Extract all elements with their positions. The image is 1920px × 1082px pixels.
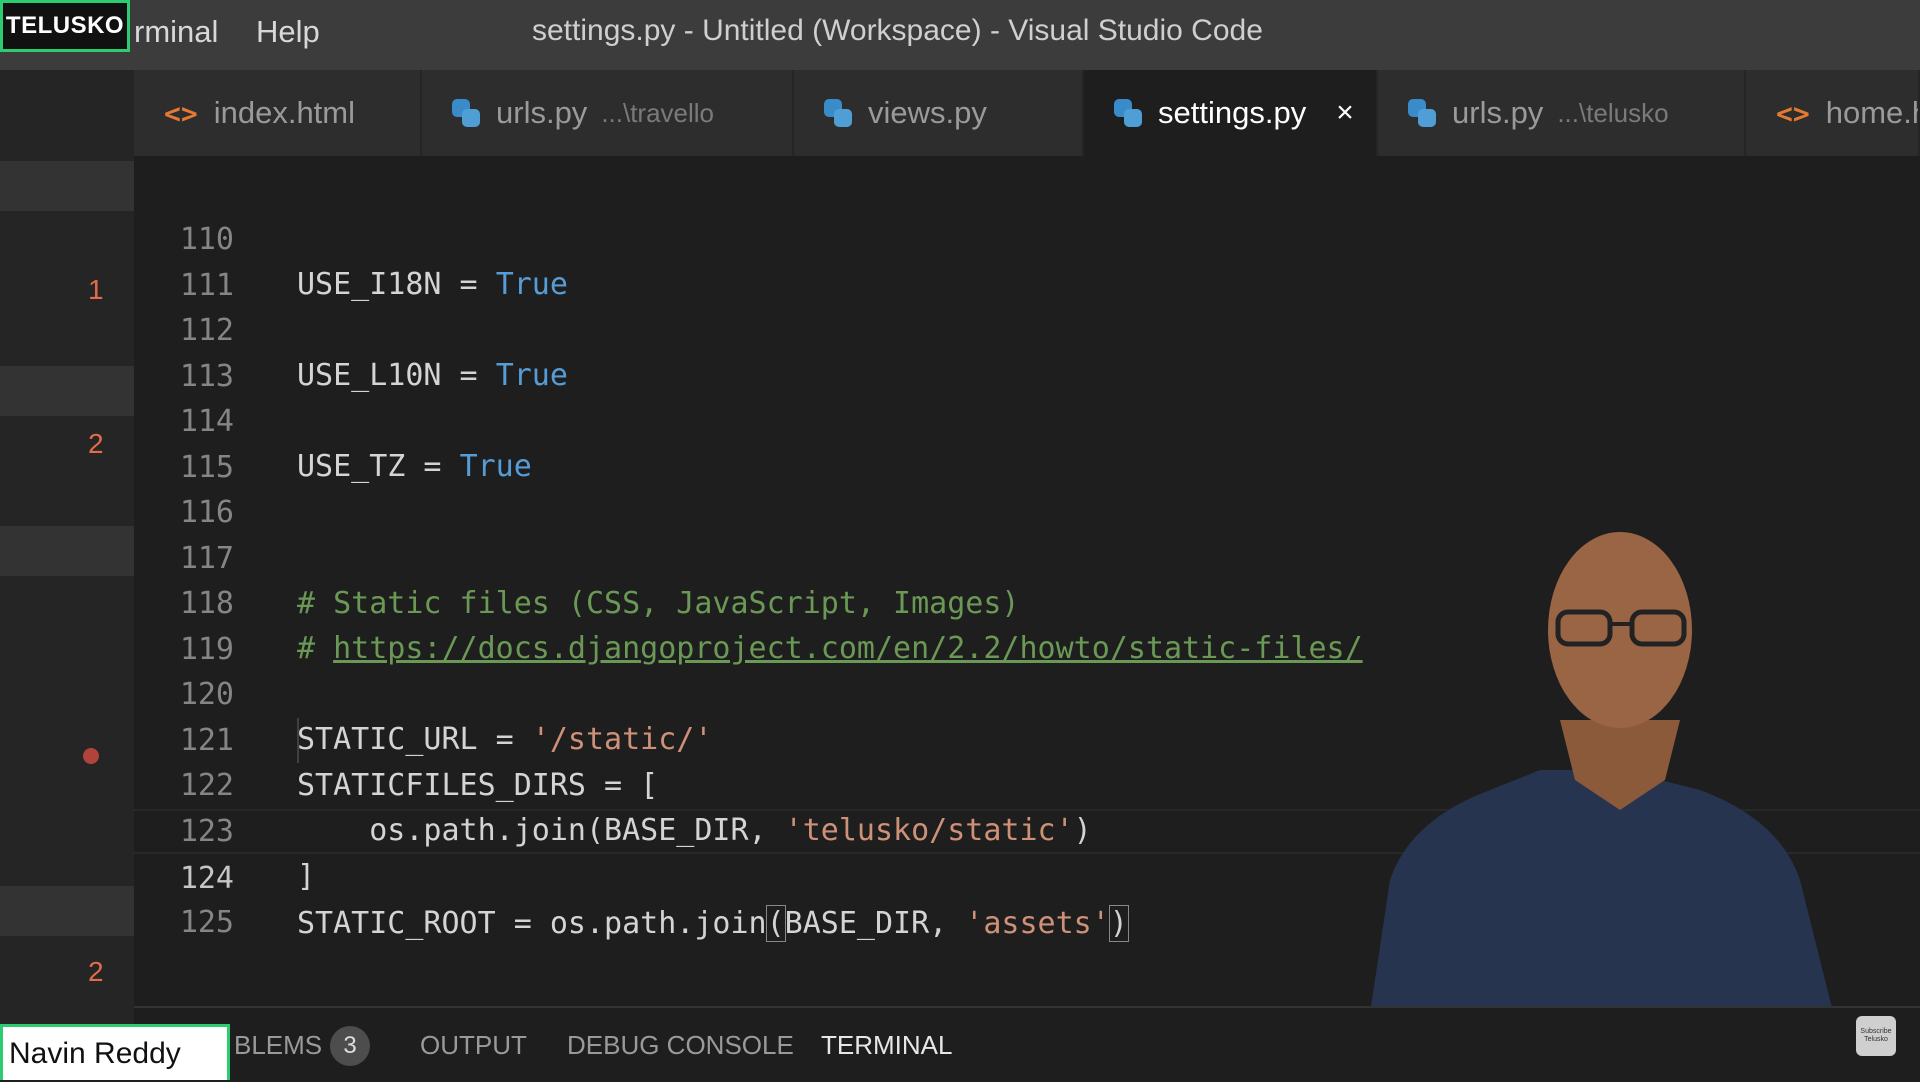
tab-views-py[interactable]: views.py bbox=[794, 70, 1084, 156]
margin-band bbox=[0, 161, 134, 211]
breakpoint-icon[interactable] bbox=[83, 748, 99, 764]
python-icon bbox=[1114, 99, 1142, 127]
margin-band bbox=[0, 886, 134, 936]
code-line: 113 bbox=[134, 309, 1920, 394]
tab-label: index.html bbox=[213, 95, 356, 130]
code-line: 110 USE_I18N = True bbox=[134, 172, 1920, 302]
bottom-panel: BLEMS 3 OUTPUT DEBUG CONSOLE TERMINAL bbox=[134, 1006, 1920, 1082]
code-line: 112 USE_L10N = True bbox=[134, 263, 1920, 393]
tab-urls-travello[interactable]: urls.py ...\travello bbox=[422, 70, 794, 156]
margin-band bbox=[0, 526, 134, 576]
menu-help[interactable]: Help bbox=[256, 14, 320, 50]
tab-debug-console[interactable]: DEBUG CONSOLE bbox=[567, 1030, 794, 1061]
glyph-margin: 1 2 2 bbox=[0, 156, 134, 1024]
close-tab-icon[interactable]: × bbox=[1336, 96, 1354, 130]
tab-urls-telusko[interactable]: urls.py ...\telusko bbox=[1378, 70, 1746, 156]
code-text: STATIC_ROOT = os.path.join(BASE_DIR, 'as… bbox=[297, 905, 1129, 942]
subscribe-label: Subscribe bbox=[1860, 1028, 1892, 1035]
change-marker: 2 bbox=[88, 956, 104, 987]
tab-label: urls.py bbox=[496, 95, 588, 130]
indent-guide bbox=[297, 718, 299, 763]
presenter-name-card: Navin Reddy bbox=[0, 1024, 230, 1080]
menu-terminal[interactable]: rminal bbox=[134, 14, 218, 50]
problems-count-badge: 3 bbox=[330, 1026, 370, 1066]
code-line: 114 USE_TZ = True bbox=[134, 354, 1920, 484]
window-title: settings.py - Untitled (Workspace) - Vis… bbox=[532, 14, 1263, 47]
code-line: 115 bbox=[134, 400, 1920, 485]
python-icon bbox=[1408, 99, 1436, 127]
change-marker: 1 bbox=[88, 274, 104, 305]
line-number: 125 bbox=[179, 905, 234, 940]
tab-path: ...\travello bbox=[601, 97, 715, 128]
tab-label: home.h bbox=[1825, 95, 1920, 130]
tab-home-html[interactable]: <> home.h bbox=[1746, 70, 1920, 156]
python-icon bbox=[824, 99, 852, 127]
margin-band bbox=[0, 366, 134, 416]
code-line: 111 bbox=[134, 218, 1920, 303]
tab-terminal[interactable]: TERMINAL bbox=[821, 1030, 952, 1061]
subscribe-channel: Telusko bbox=[1864, 1036, 1888, 1043]
subscribe-button[interactable]: Subscribe Telusko bbox=[1856, 1016, 1896, 1056]
presenter-head bbox=[1548, 532, 1692, 728]
tab-problems[interactable]: BLEMS bbox=[234, 1030, 322, 1061]
title-bar: rminal Help settings.py - Untitled (Work… bbox=[0, 0, 1920, 70]
html-icon: <> bbox=[1776, 96, 1810, 130]
tab-output[interactable]: OUTPUT bbox=[420, 1030, 527, 1061]
presenter-video bbox=[1360, 532, 1850, 1080]
tab-label: views.py bbox=[868, 95, 987, 130]
tab-label: settings.py bbox=[1158, 95, 1307, 130]
change-marker: 2 bbox=[88, 428, 104, 459]
html-icon: <> bbox=[164, 96, 198, 130]
tab-label: urls.py bbox=[1452, 95, 1544, 130]
tab-settings-py[interactable]: settings.py × bbox=[1084, 70, 1378, 156]
channel-logo: TELUSKO bbox=[0, 0, 130, 52]
python-icon bbox=[452, 99, 480, 127]
editor-tab-bar: <> index.html urls.py ...\travello views… bbox=[0, 70, 1920, 156]
code-line: 116 bbox=[134, 445, 1920, 530]
tab-path: ...\telusko bbox=[1557, 97, 1669, 128]
tab-index-html[interactable]: <> index.html bbox=[134, 70, 422, 156]
